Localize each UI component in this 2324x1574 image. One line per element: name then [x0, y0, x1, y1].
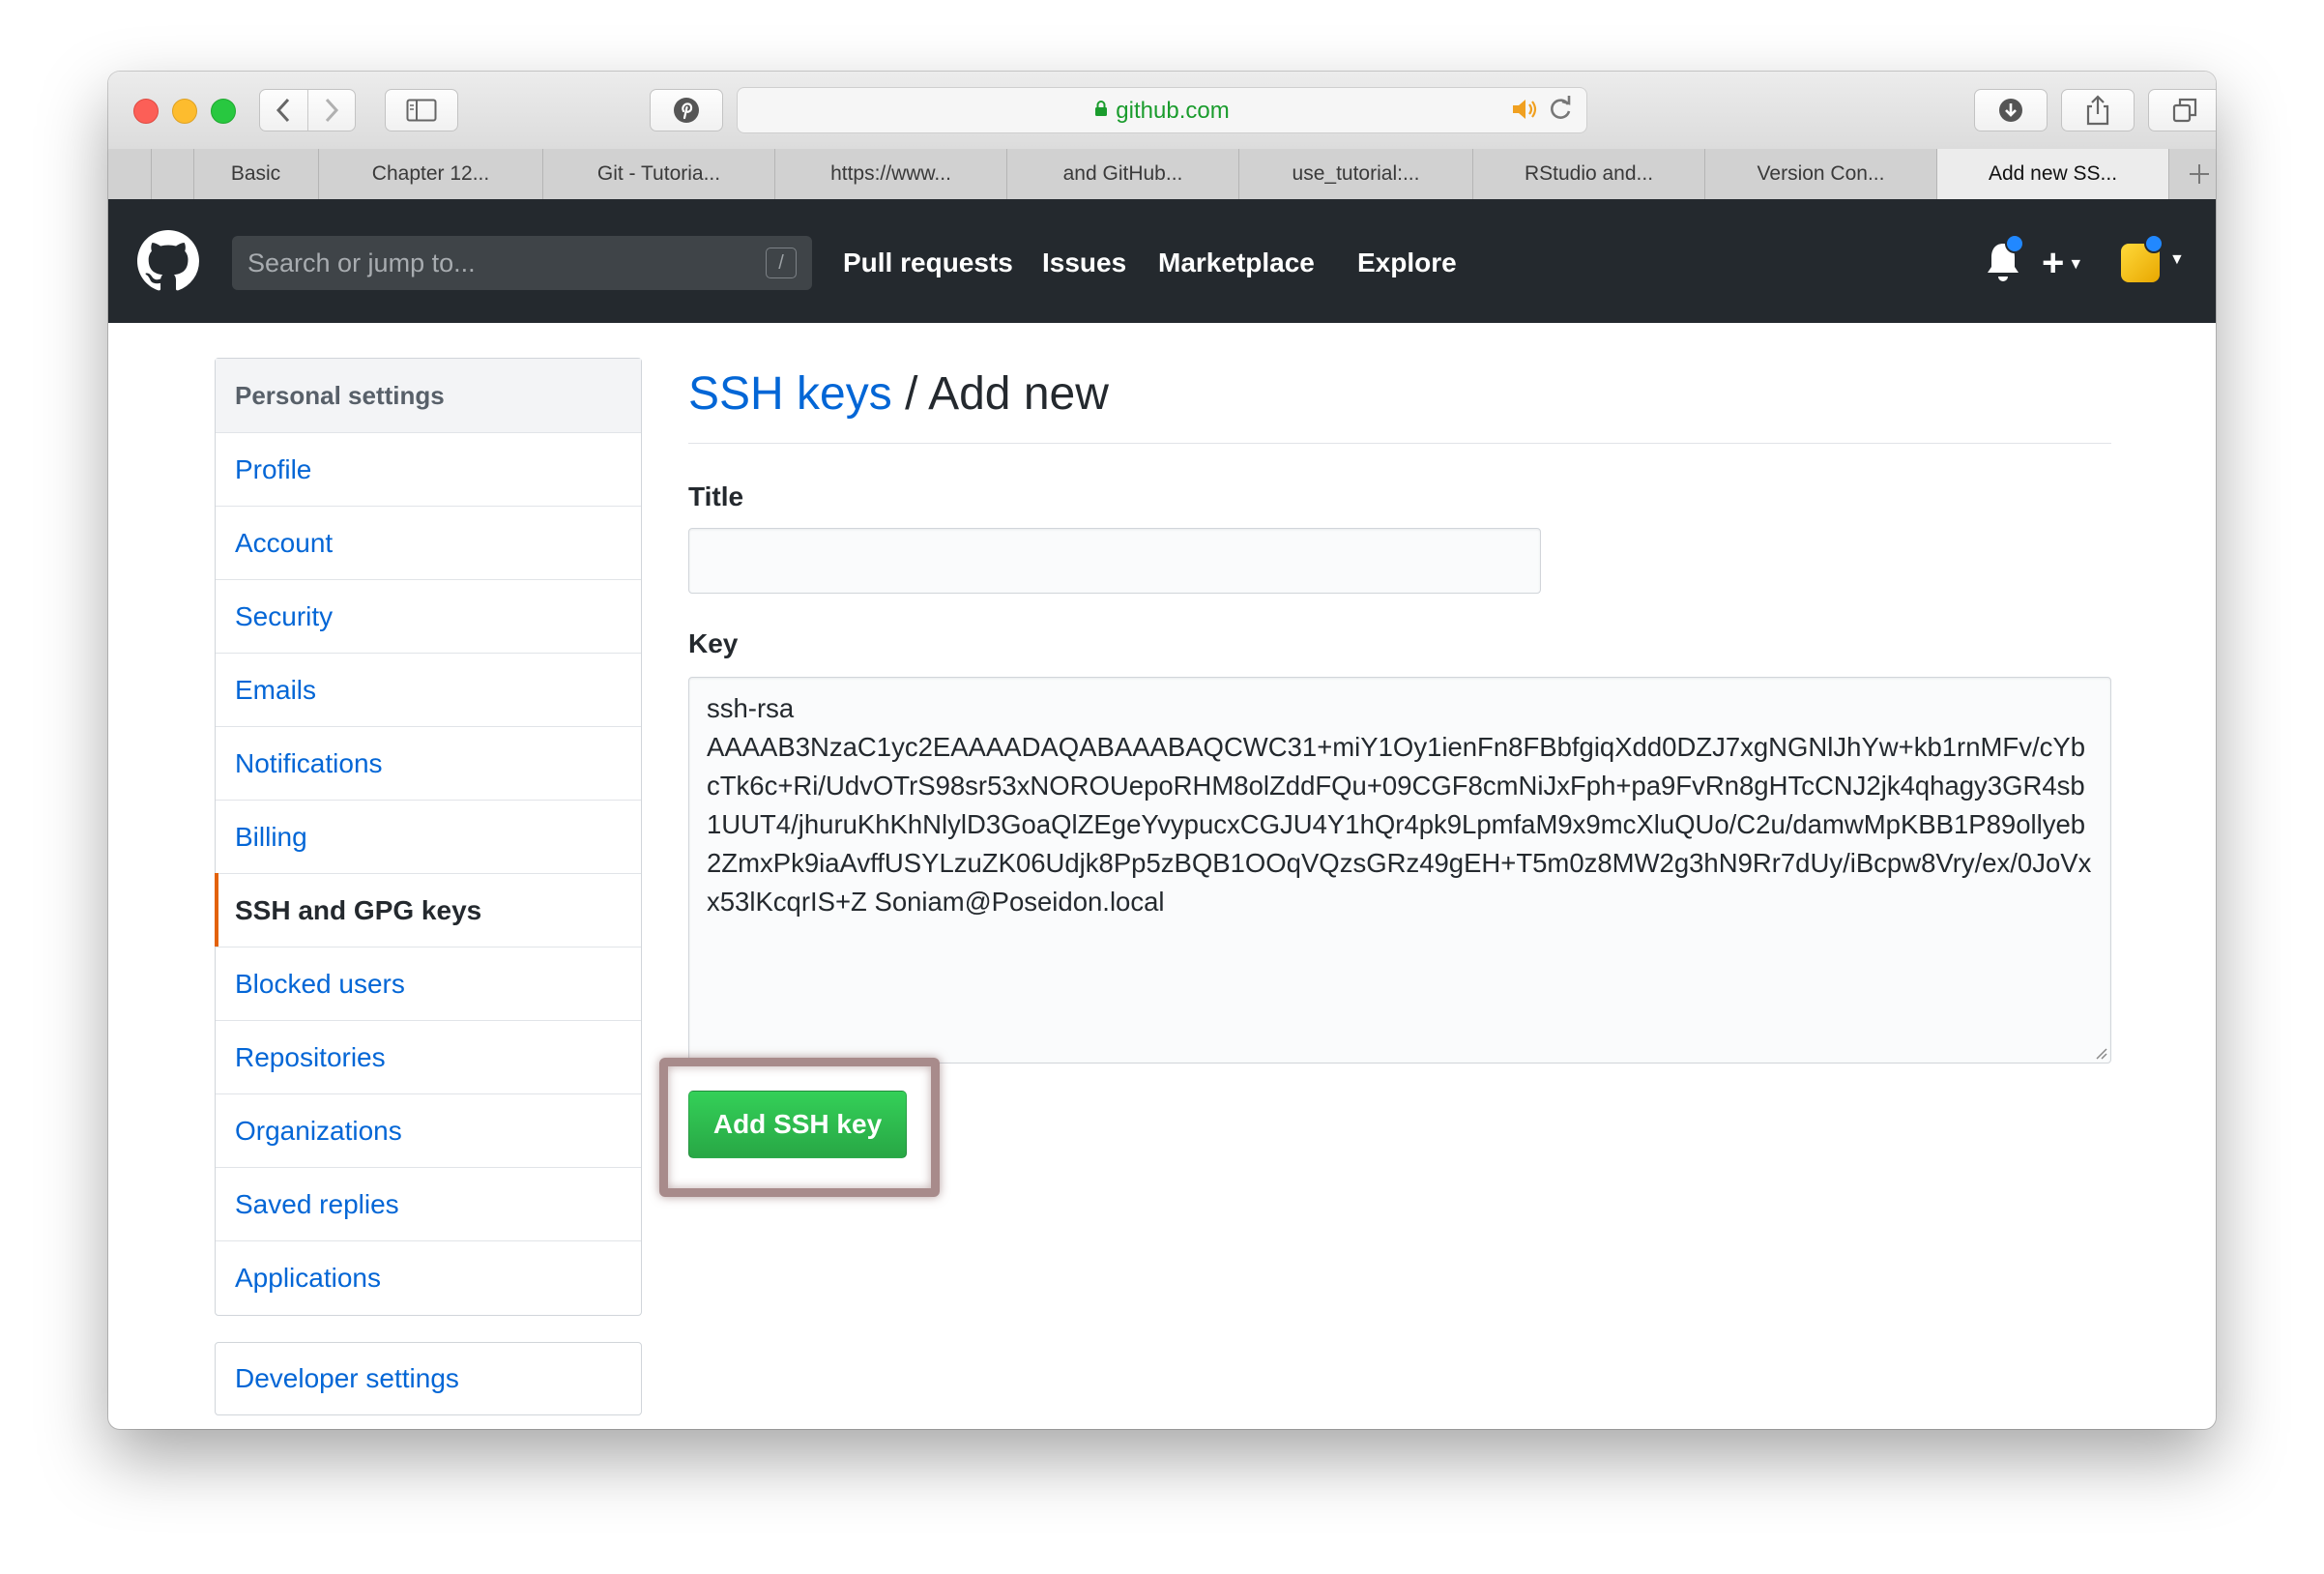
- close-window-button[interactable]: [133, 99, 159, 124]
- pinterest-icon: [674, 98, 699, 123]
- search-shortcut-badge: /: [766, 248, 797, 278]
- nav-pull-requests[interactable]: Pull requests: [843, 236, 1013, 290]
- tab-label: and GitHub...: [1062, 162, 1183, 185]
- search-placeholder: Search or jump to...: [247, 248, 476, 277]
- tab-label: Git - Tutoria...: [596, 162, 721, 185]
- zoom-window-button[interactable]: [211, 99, 236, 124]
- download-icon: [1999, 99, 2022, 122]
- resize-handle-icon[interactable]: [2094, 1046, 2107, 1060]
- back-button[interactable]: [260, 90, 307, 131]
- url-text: github.com: [1116, 98, 1230, 124]
- browser-tab-active[interactable]: Add new SS...: [1937, 149, 2169, 199]
- sidebar-item-account[interactable]: Account: [216, 507, 641, 580]
- sidebar-toggle-button[interactable]: [385, 89, 458, 131]
- key-textarea[interactable]: ssh-rsa AAAAB3NzaC1yc2EAAAADAQABAAABAQCW…: [688, 677, 2111, 1064]
- browser-window: github.com Basic Chapter 12... Git - Tut…: [108, 72, 2216, 1429]
- chevron-right-icon: [325, 98, 338, 123]
- sidebar-item-emails[interactable]: Emails: [216, 654, 641, 727]
- sidebar-item-billing[interactable]: Billing: [216, 801, 641, 874]
- browser-tab[interactable]: use_tutorial:...: [1239, 149, 1473, 199]
- title-input[interactable]: [688, 528, 1541, 594]
- sidebar-item-organizations[interactable]: Organizations: [216, 1094, 641, 1168]
- browser-tab[interactable]: https://www...: [775, 149, 1007, 199]
- title-label: Title: [688, 481, 744, 511]
- menu-heading: Personal settings: [216, 359, 641, 433]
- create-new-dropdown[interactable]: + ▼: [2042, 236, 2083, 290]
- add-ssh-key-button[interactable]: Add SSH key: [688, 1091, 907, 1158]
- page-title: SSH keys / Add new: [688, 367, 1109, 421]
- breadcrumb-current: Add new: [928, 368, 1109, 420]
- tab-label: Chapter 12...: [371, 162, 490, 185]
- sidebar-item-notifications[interactable]: Notifications: [216, 727, 641, 801]
- sidebar-item-ssh-gpg-keys[interactable]: SSH and GPG keys: [215, 873, 641, 947]
- browser-toolbar: github.com: [108, 72, 2216, 150]
- share-icon: [2086, 95, 2109, 126]
- audio-playing-icon[interactable]: [1511, 97, 1540, 129]
- tab-label: use_tutorial:...: [1292, 162, 1420, 185]
- sidebar-item-saved-replies[interactable]: Saved replies: [216, 1168, 641, 1241]
- browser-tab[interactable]: and GitHub...: [1007, 149, 1239, 199]
- breadcrumb-separator: /: [891, 368, 929, 420]
- caret-down-icon: ▼: [2068, 256, 2084, 273]
- lock-icon: [1094, 100, 1108, 123]
- browser-tab[interactable]: Chapter 12...: [319, 149, 543, 199]
- chevron-left-icon: [276, 98, 290, 123]
- tabs-overview-icon: [2172, 98, 2197, 123]
- breadcrumb-ssh-keys-link[interactable]: SSH keys: [688, 368, 892, 420]
- sidebar-item-security[interactable]: Security: [216, 580, 641, 654]
- tab-strip: Basic Chapter 12... Git - Tutoria... htt…: [108, 149, 2216, 200]
- key-label: Key: [688, 628, 739, 658]
- pinned-tab[interactable]: [151, 149, 194, 199]
- github-logo-icon[interactable]: [137, 230, 199, 292]
- plus-icon: [2190, 164, 2209, 184]
- nav-marketplace[interactable]: Marketplace: [1158, 236, 1315, 290]
- tab-label: Version Con...: [1757, 162, 1885, 185]
- sidebar-item-repositories[interactable]: Repositories: [216, 1021, 641, 1094]
- page-header: SSH keys / Add new: [688, 362, 2111, 444]
- address-bar[interactable]: github.com: [737, 87, 1587, 133]
- tab-label: Add new SS...: [1988, 162, 2118, 185]
- personal-settings-menu: Personal settings Profile Account Securi…: [215, 358, 642, 1316]
- nav-issues[interactable]: Issues: [1042, 236, 1126, 290]
- notification-indicator: [2005, 234, 2024, 253]
- pinterest-extension-button[interactable]: [650, 89, 723, 131]
- browser-tab[interactable]: Basic: [193, 149, 319, 199]
- sidebar-item-applications[interactable]: Applications: [216, 1241, 641, 1315]
- history-nav: [259, 89, 356, 131]
- share-button[interactable]: [2061, 89, 2135, 131]
- new-tab-button[interactable]: [2183, 149, 2216, 199]
- reload-icon[interactable]: [1548, 94, 1573, 131]
- address-url: github.com: [738, 88, 1586, 134]
- sidebar-item-developer-settings[interactable]: Developer settings: [215, 1342, 642, 1415]
- pinned-tab[interactable]: [108, 149, 152, 199]
- tab-label: Basic: [230, 162, 281, 185]
- tab-label: RStudio and...: [1524, 162, 1654, 185]
- show-tabs-button[interactable]: [2148, 89, 2216, 131]
- github-header: Search or jump to... / Pull requests Iss…: [108, 199, 2216, 323]
- nav-explore[interactable]: Explore: [1357, 236, 1457, 290]
- downloads-button[interactable]: [1974, 89, 2048, 131]
- browser-tab[interactable]: Version Con...: [1705, 149, 1937, 199]
- sidebar-icon: [406, 99, 437, 122]
- browser-tab[interactable]: Git - Tutoria...: [543, 149, 775, 199]
- sidebar-item-profile[interactable]: Profile: [216, 433, 641, 507]
- sidebar-item-blocked-users[interactable]: Blocked users: [216, 947, 641, 1021]
- status-indicator: [2144, 234, 2164, 253]
- forward-button[interactable]: [306, 90, 356, 131]
- search-input[interactable]: Search or jump to... /: [232, 236, 812, 290]
- caret-down-icon[interactable]: ▼: [2169, 251, 2185, 269]
- tab-label: https://www...: [830, 162, 951, 185]
- minimize-window-button[interactable]: [172, 99, 197, 124]
- browser-tab[interactable]: RStudio and...: [1473, 149, 1705, 199]
- plus-icon: +: [2042, 241, 2065, 284]
